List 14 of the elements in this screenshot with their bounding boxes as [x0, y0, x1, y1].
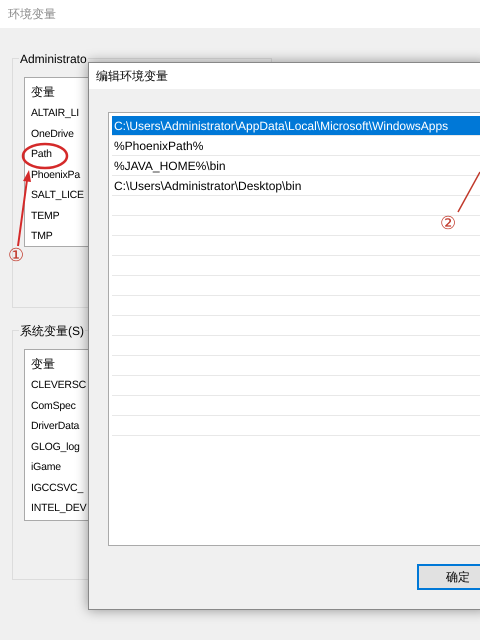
leader-line: [457, 172, 480, 212]
column-header: 变量: [31, 356, 56, 373]
dialog-title: 编辑环境变量: [96, 68, 168, 85]
callout-number: ②: [440, 214, 456, 232]
highlight-ellipse: [22, 142, 68, 170]
window-title: 环境变量: [8, 6, 56, 23]
path-entry[interactable]: %JAVA_HOME%\bin: [112, 156, 480, 176]
column-header: 变量: [31, 84, 56, 101]
path-entry[interactable]: C:\Users\Administrator\Desktop\bin: [112, 176, 480, 196]
ok-button[interactable]: 确定: [417, 564, 480, 590]
callout-number: ①: [8, 246, 24, 264]
path-entry[interactable]: C:\Users\Administrator\AppData\Local\Microsoft\WindowsApps: [112, 116, 480, 136]
path-entry[interactable]: %PhoenixPath%: [112, 136, 480, 156]
group-label: 系统变量(S): [19, 322, 85, 340]
